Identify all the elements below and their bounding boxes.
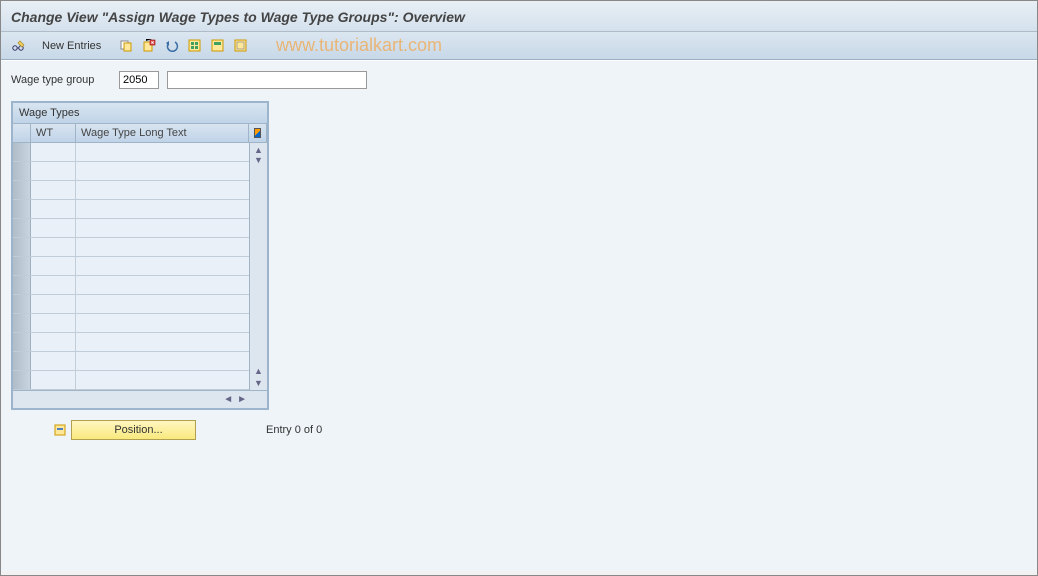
footer-row: Position... Entry 0 of 0 (11, 420, 1027, 440)
table-row[interactable] (13, 352, 249, 371)
page-title: Change View "Assign Wage Types to Wage T… (11, 9, 465, 25)
watermark-text: www.tutorialkart.com (276, 35, 442, 56)
grid-header-config[interactable] (249, 124, 267, 142)
table-row[interactable] (13, 143, 249, 162)
table-row[interactable] (13, 181, 249, 200)
copy-as-button[interactable] (116, 36, 136, 56)
table-row[interactable] (13, 276, 249, 295)
content-area: Wage type group Wage Types WT Wage Type … (1, 60, 1037, 571)
config-columns-icon (254, 128, 261, 138)
pencil-glasses-icon (11, 38, 27, 54)
select-block-button[interactable] (208, 36, 228, 56)
table-row[interactable] (13, 314, 249, 333)
position-label: Position... (114, 424, 162, 436)
position-button[interactable]: Position... (71, 420, 196, 440)
scroll-down-bottom-icon[interactable]: ▼ (254, 378, 263, 388)
deselect-all-button[interactable] (231, 36, 251, 56)
wage-type-group-desc-input[interactable] (167, 71, 367, 89)
entry-status-text: Entry 0 of 0 (266, 424, 322, 436)
table-row[interactable] (13, 162, 249, 181)
wage-types-grid: Wage Types WT Wage Type Long Text (11, 101, 269, 410)
grid-horizontal-scrollbar[interactable]: ◄ ► (13, 390, 267, 408)
wage-type-group-label: Wage type group (11, 74, 111, 86)
grid-rows (13, 143, 249, 390)
grid-header-long-text[interactable]: Wage Type Long Text (76, 124, 249, 142)
select-all-button[interactable] (185, 36, 205, 56)
table-row[interactable] (13, 371, 249, 390)
grid-title: Wage Types (13, 103, 267, 124)
page-title-bar: Change View "Assign Wage Types to Wage T… (1, 1, 1037, 32)
grid-vertical-scrollbar[interactable]: ▲ ▼ ▲ ▼ (249, 143, 267, 390)
delete-icon (142, 39, 156, 53)
toolbar: New Entries (1, 32, 1037, 60)
table-row[interactable] (13, 333, 249, 352)
wage-type-group-code-input[interactable] (119, 71, 159, 89)
select-all-icon (188, 39, 202, 53)
deselect-all-icon (234, 39, 248, 53)
undo-icon (165, 39, 179, 53)
grid-header-selector[interactable] (13, 124, 31, 142)
table-row[interactable] (13, 295, 249, 314)
scroll-down-icon[interactable]: ▼ (254, 155, 263, 165)
new-entries-label: New Entries (42, 40, 101, 52)
new-entries-button[interactable]: New Entries (34, 36, 109, 56)
scroll-up-bottom-icon[interactable]: ▲ (254, 366, 263, 376)
scroll-right-icon[interactable]: ► (237, 395, 247, 405)
grid-header-wt[interactable]: WT (31, 124, 76, 142)
wage-type-group-row: Wage type group (11, 71, 1027, 89)
table-row[interactable] (13, 219, 249, 238)
select-block-icon (211, 39, 225, 53)
table-row[interactable] (13, 200, 249, 219)
grid-body: ▲ ▼ ▲ ▼ (13, 143, 267, 390)
delete-button[interactable] (139, 36, 159, 56)
scroll-left-icon[interactable]: ◄ (223, 395, 233, 405)
copy-icon (119, 39, 133, 53)
grid-header-row: WT Wage Type Long Text (13, 124, 267, 143)
table-row[interactable] (13, 257, 249, 276)
toggle-display-change-button[interactable] (9, 36, 29, 56)
position-icon (54, 423, 68, 437)
undo-change-button[interactable] (162, 36, 182, 56)
table-row[interactable] (13, 238, 249, 257)
scroll-up-icon[interactable]: ▲ (254, 145, 263, 155)
